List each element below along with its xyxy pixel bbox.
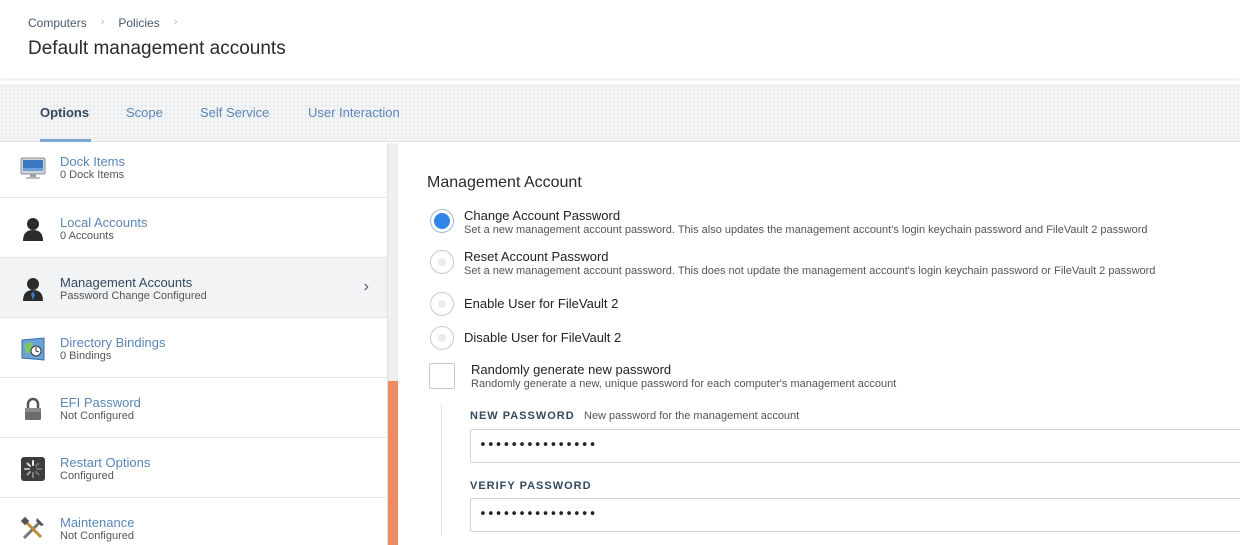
nested-divider	[441, 405, 442, 535]
radio-change-account-password[interactable]	[430, 209, 454, 233]
page-title: Default management accounts	[28, 38, 286, 59]
payload-sidebar: Dock Items 0 Dock Items Local Accounts 0…	[0, 143, 388, 545]
option-description: Set a new management account password. T…	[464, 265, 1156, 277]
sidebar-scrollbar[interactable]	[388, 143, 398, 545]
sidebar-item-sub: Configured	[60, 470, 114, 482]
sidebar-item-maintenance[interactable]: Maintenance Not Configured	[0, 498, 387, 545]
sidebar-item-label: EFI Password	[60, 395, 141, 410]
breadcrumb-computers[interactable]: Computers	[28, 16, 87, 30]
radio-disable-user-filevault[interactable]	[430, 326, 454, 350]
breadcrumb-separator-icon: ›	[100, 16, 105, 28]
lock-icon	[20, 396, 46, 422]
verify-password-input[interactable]: •••••••••••••••	[470, 498, 1240, 532]
sidebar-item-label: Maintenance	[60, 515, 135, 530]
sidebar-item-sub: Password Change Configured	[60, 290, 207, 302]
sidebar-item-sub: Not Configured	[60, 410, 134, 422]
new-password-label: NEW PASSWORD	[470, 410, 575, 422]
option-description: Set a new management account password. T…	[464, 224, 1148, 236]
chevron-right-icon: ›	[363, 278, 369, 295]
checkbox-label: Randomly generate new password	[471, 362, 672, 377]
sidebar-item-dock-items[interactable]: Dock Items 0 Dock Items	[0, 143, 387, 198]
page-header: Computers › Policies › Default managemen…	[0, 0, 1240, 78]
admin-user-icon	[20, 276, 46, 302]
sidebar-item-restart-options[interactable]: Restart Options Configured	[0, 438, 387, 498]
random-password-checkbox[interactable]	[429, 363, 455, 389]
monitor-icon	[20, 155, 46, 181]
restart-icon	[20, 456, 46, 482]
sidebar-item-label: Local Accounts	[60, 215, 148, 230]
sidebar-item-label: Management Accounts	[60, 275, 193, 290]
sidebar-item-local-accounts[interactable]: Local Accounts 0 Accounts	[0, 198, 387, 258]
breadcrumb-separator-icon: ›	[173, 16, 178, 28]
radio-reset-account-password[interactable]	[430, 250, 454, 274]
new-password-input[interactable]: •••••••••••••••	[470, 429, 1240, 463]
tab-bar: Options Scope Self Service User Interact…	[0, 84, 1240, 142]
tab-user-interaction[interactable]: User Interaction	[308, 105, 400, 120]
main-panel: Management Account Change Account Passwo…	[398, 143, 1240, 545]
active-tab-indicator	[40, 139, 91, 142]
sidebar-item-sub: Not Configured	[60, 530, 134, 542]
section-title: Management Account	[427, 174, 582, 191]
tools-icon	[20, 516, 46, 542]
tab-self-service[interactable]: Self Service	[200, 105, 269, 120]
sidebar-item-sub: 0 Dock Items	[60, 169, 125, 181]
directory-icon	[20, 336, 46, 362]
sidebar-item-management-accounts[interactable]: Management Accounts Password Change Conf…	[0, 258, 387, 318]
sidebar-item-sub: 0 Bindings	[60, 350, 112, 362]
option-label: Change Account Password	[464, 208, 621, 223]
verify-password-label: VERIFY PASSWORD	[470, 480, 592, 492]
sidebar-item-label: Dock Items	[60, 154, 126, 169]
breadcrumb-policies[interactable]: Policies	[118, 16, 159, 30]
radio-enable-user-filevault[interactable]	[430, 292, 454, 316]
user-icon	[20, 216, 46, 242]
sidebar-item-label: Directory Bindings	[60, 335, 166, 350]
option-label: Disable User for FileVault 2	[464, 330, 622, 345]
new-password-hint: New password for the management account	[584, 410, 800, 422]
checkbox-description: Randomly generate a new, unique password…	[471, 378, 897, 390]
option-label: Enable User for FileVault 2	[464, 296, 619, 311]
tab-options[interactable]: Options	[40, 105, 89, 120]
sidebar-item-directory-bindings[interactable]: Directory Bindings 0 Bindings	[0, 318, 387, 378]
tab-scope[interactable]: Scope	[126, 105, 163, 120]
scrollbar-thumb[interactable]	[388, 381, 398, 545]
breadcrumb: Computers › Policies ›	[28, 16, 191, 30]
sidebar-item-efi-password[interactable]: EFI Password Not Configured	[0, 378, 387, 438]
sidebar-item-label: Restart Options	[60, 455, 151, 470]
option-label: Reset Account Password	[464, 249, 609, 264]
sidebar-item-sub: 0 Accounts	[60, 230, 114, 242]
